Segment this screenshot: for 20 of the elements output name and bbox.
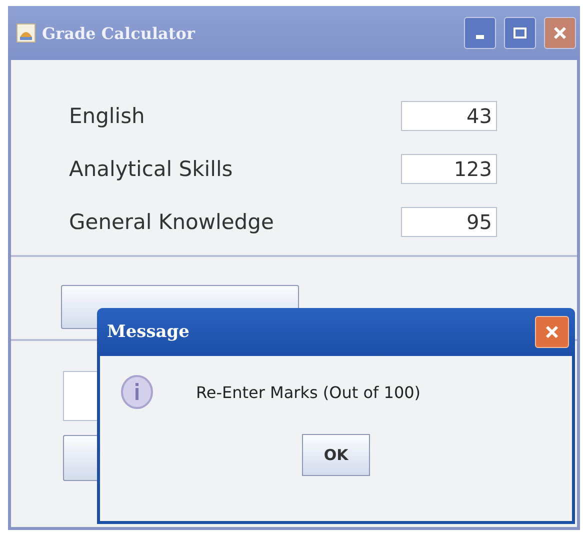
field-label: English [69, 104, 145, 128]
maximize-button[interactable] [504, 17, 536, 49]
maximize-icon [513, 27, 527, 39]
dialog-close-button[interactable] [535, 316, 569, 348]
window-title: Grade Calculator [42, 24, 196, 42]
close-icon [553, 26, 567, 40]
dialog-message: Re-Enter Marks (Out of 100) [196, 382, 421, 402]
minimize-icon [476, 35, 484, 39]
marks-field[interactable]: 43 [401, 100, 497, 130]
marks-field[interactable]: 95 [401, 206, 497, 236]
close-button[interactable] [544, 17, 576, 49]
field-label: Analytical Skills [69, 156, 233, 180]
field-label: General Knowledge [69, 210, 274, 234]
info-icon [120, 374, 154, 410]
minimize-button[interactable] [464, 17, 496, 49]
marks-field[interactable]: 123 [401, 154, 497, 184]
close-icon [544, 324, 560, 340]
ok-button[interactable]: OK [302, 434, 370, 476]
dialog-title: Message [107, 322, 190, 342]
app-icon [16, 23, 36, 43]
